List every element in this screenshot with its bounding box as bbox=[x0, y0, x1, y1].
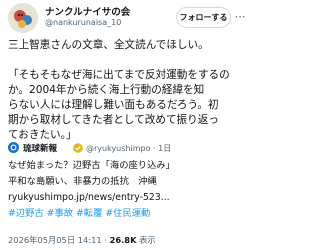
post-quote-line: 「そもそもなぜ海に出てまで反対運動をするの bbox=[8, 69, 230, 81]
more-options-icon[interactable]: ⋯ bbox=[234, 10, 246, 24]
hashtag-row: #辺野古 #事故 #転覆 #住民運動 bbox=[8, 207, 150, 220]
post-meta: 2026年05月05日 14:11 · 26.8K 表示 bbox=[8, 234, 156, 246]
display-name[interactable]: ナンクルナイサの会 bbox=[45, 4, 130, 18]
ryukyu-shimpo-logo-icon bbox=[8, 142, 19, 153]
views-label: 表示 bbox=[136, 235, 156, 245]
view-count: 26.8K bbox=[109, 235, 137, 245]
post-quote-text: 「そもそもなぜ海に出てまで反対運動をするの か。2004年から続く海上行動の経緯… bbox=[8, 68, 244, 143]
quoted-text-line: なぜ始まった？辺野古「海の座り込み」 bbox=[8, 160, 175, 171]
hashtag-link[interactable]: #辺野古 bbox=[8, 208, 44, 219]
user-handle[interactable]: @nankurunaisa_10 bbox=[45, 18, 121, 27]
verified-badge-icon bbox=[73, 143, 83, 153]
hashtag-link[interactable]: #事故 bbox=[47, 208, 73, 219]
meta-separator: · bbox=[101, 235, 110, 245]
avatar[interactable] bbox=[8, 3, 38, 33]
post-header: ナンクルナイサの会 @nankurunaisa_10 フォローする ⋯ bbox=[0, 0, 249, 38]
post-quote-line: か。2004年から続く海上行動の経緯を知 bbox=[8, 84, 205, 96]
post-timestamp[interactable]: 2026年05月05日 14:11 bbox=[8, 235, 102, 245]
quoted-author-name[interactable]: 琉球新報 bbox=[23, 142, 57, 154]
post-text-line: 三上智恵さんの文章、全文読んでほしい。 bbox=[8, 39, 209, 51]
quoted-text-line: 平和な島願い、非暴力の抵抗 沖縄 bbox=[8, 176, 157, 187]
hashtag-link[interactable]: #住民運動 bbox=[105, 208, 150, 219]
quoted-post-header: 琉球新報 @ryukyushimpo · 1日 bbox=[6, 140, 243, 156]
quoted-post-card[interactable]: 琉球新報 @ryukyushimpo · 1日 なぜ始まった？辺野古「海の座り込… bbox=[6, 140, 243, 248]
post-quote-line: らない人には理解し難い面もあるだろう。初 bbox=[8, 99, 219, 111]
quoted-author-handle[interactable]: @ryukyushimpo · 1日 bbox=[86, 143, 171, 154]
avatar-image bbox=[8, 3, 38, 33]
hashtag-link[interactable]: #転覆 bbox=[76, 208, 102, 219]
quoted-link[interactable]: ryukyushimpo.jp/news/entry-523... bbox=[8, 191, 170, 204]
post-quote-line: 期から取材してきた者として改めて振り返っ bbox=[8, 114, 219, 126]
follow-button[interactable]: フォローする bbox=[176, 7, 231, 28]
